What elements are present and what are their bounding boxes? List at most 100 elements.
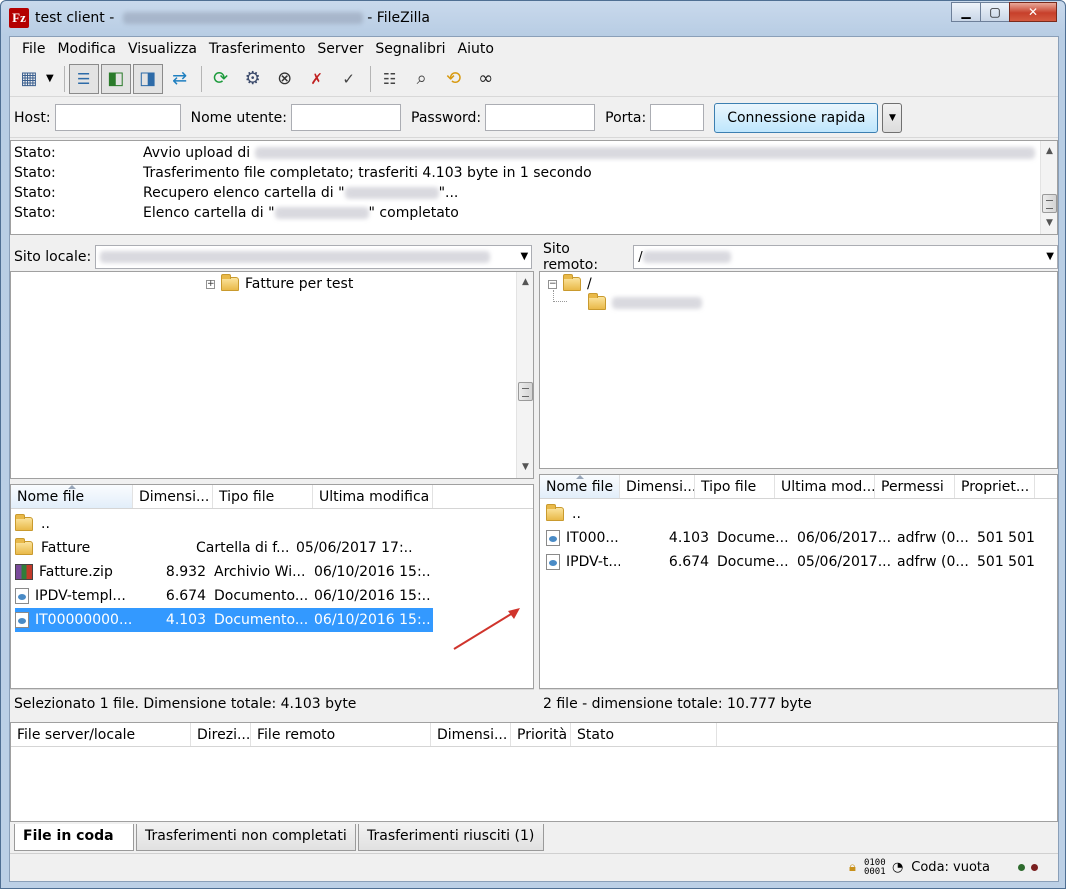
scroll-up-icon[interactable]: ▲ (1041, 143, 1058, 160)
toggle-queue-icon[interactable]: ⇄ (165, 64, 195, 94)
document-icon (546, 554, 560, 570)
message-log[interactable]: Stato: Avvio upload di Stato: Trasferime… (10, 140, 1058, 235)
refresh-icon[interactable]: ⟳ (206, 64, 236, 94)
remote-tree[interactable]: − / (539, 271, 1058, 469)
col-nome-file[interactable]: Nome file (11, 485, 133, 508)
col-direzione[interactable]: Direzi... (191, 723, 251, 746)
menu-file[interactable]: File (16, 38, 51, 60)
tab-trasferimenti-non-completati[interactable]: Trasferimenti non completati (136, 824, 356, 851)
scroll-thumb[interactable] (1042, 194, 1057, 213)
menu-segnalibri[interactable]: Segnalibri (369, 38, 451, 60)
local-list-header: Nome file Dimensi... Tipo file Ultima mo… (11, 485, 533, 509)
list-item[interactable]: IT000... 4.103 Docume... 06/06/2017... a… (546, 526, 1046, 550)
col-file-remoto[interactable]: File remoto (251, 723, 431, 746)
reconnect-icon[interactable]: ✓ (334, 64, 364, 94)
transfer-queue[interactable]: File server/locale Direzi... File remoto… (10, 722, 1058, 822)
chevron-down-icon[interactable]: ▼ (1046, 251, 1054, 262)
username-input[interactable] (291, 104, 402, 131)
port-input[interactable] (650, 104, 705, 131)
filezilla-logo-icon: Fz (9, 8, 29, 28)
list-item[interactable]: Fatture Cartella di f... 05/06/2017 17:.… (15, 536, 433, 560)
col-nome-file[interactable]: Nome file (540, 475, 620, 498)
host-input[interactable] (54, 104, 181, 131)
log-line: Stato: Trasferimento file completato; tr… (14, 165, 592, 181)
menu-server[interactable]: Server (311, 38, 369, 60)
remote-tree-node[interactable] (588, 293, 702, 310)
quickconnect-dropdown-icon[interactable]: ▼ (882, 102, 903, 133)
document-icon (546, 530, 560, 546)
col-ultima-modifica[interactable]: Ultima modifica (313, 485, 433, 508)
chevron-down-icon[interactable]: ▼ (521, 251, 529, 262)
folder-icon (15, 514, 33, 531)
local-path-combo[interactable]: ▼ (95, 245, 533, 269)
menu-aiuto[interactable]: Aiuto (452, 38, 500, 60)
col-file-server-locale[interactable]: File server/locale (11, 723, 191, 746)
list-item[interactable]: IPDV-templ... 6.674 Documento... 06/10/2… (15, 584, 433, 608)
close-button[interactable]: ✕ (1009, 2, 1057, 22)
folder-icon (15, 538, 33, 555)
zip-archive-icon (15, 564, 33, 580)
scroll-thumb[interactable] (518, 382, 533, 401)
remote-file-list[interactable]: Nome file Dimensi... Tipo file Ultima mo… (539, 474, 1058, 689)
compare-icon[interactable]: ⌕ (407, 64, 437, 94)
toggle-remote-tree-icon[interactable]: ◨ (132, 63, 163, 94)
local-tree[interactable]: + Fatture per test ▲ ▼ (10, 271, 534, 479)
minimize-button[interactable]: ▁ (951, 2, 981, 22)
col-permessi[interactable]: Permessi (875, 475, 955, 498)
speed-limit-icon: ◔ (891, 860, 904, 875)
list-item-selected[interactable]: IT00000000... 4.103 Documento... 06/10/2… (15, 608, 433, 632)
col-stato[interactable]: Stato (571, 723, 717, 746)
port-label: Porta: (605, 109, 647, 126)
maximize-button[interactable]: ▢ (980, 2, 1010, 22)
collapse-icon[interactable]: − (548, 279, 557, 289)
col-dimensione[interactable]: Dimensi... (431, 723, 511, 746)
scroll-up-icon[interactable]: ▲ (517, 274, 534, 291)
local-tree-scrollbar[interactable]: ▲ ▼ (516, 272, 533, 478)
col-priorita[interactable]: Priorità (511, 723, 571, 746)
list-item[interactable]: IPDV-t... 6.674 Docume... 05/06/2017... … (546, 550, 1046, 574)
local-file-list[interactable]: Nome file Dimensi... Tipo file Ultima mo… (10, 484, 534, 689)
quickconnect-button[interactable]: Connessione rapida (714, 102, 879, 133)
menu-trasferimento[interactable]: Trasferimento (203, 38, 312, 60)
lock-icon: 🔒︎ (849, 860, 856, 875)
local-tree-node[interactable]: + Fatture per test (206, 274, 353, 292)
menu-visualizza[interactable]: Visualizza (122, 38, 203, 60)
document-icon (15, 588, 29, 604)
cancel-icon[interactable]: ⊗ (270, 64, 300, 94)
remote-path-combo[interactable]: / ▼ (633, 245, 1058, 269)
tab-file-in-coda[interactable]: File in coda (14, 824, 134, 851)
col-dimensione[interactable]: Dimensi... (133, 485, 213, 508)
list-item[interactable]: .. (15, 512, 433, 536)
log-scrollbar[interactable]: ▲ ▼ (1040, 141, 1057, 234)
site-manager-icon[interactable]: ▦ (14, 64, 44, 94)
password-input[interactable] (485, 104, 596, 131)
col-tipo-file[interactable]: Tipo file (695, 475, 775, 498)
menu-modifica[interactable]: Modifica (51, 38, 122, 60)
folder-icon (563, 274, 581, 291)
client-area: File Modifica Visualizza Trasferimento S… (9, 36, 1059, 882)
list-item[interactable]: .. (546, 502, 1046, 526)
remote-status: 2 file - dimensione totale: 10.777 byte (539, 689, 1058, 717)
expand-icon[interactable]: + (206, 279, 215, 289)
col-ultima-modifica[interactable]: Ultima mod... (775, 475, 875, 498)
filter-icon[interactable]: ☷ (375, 64, 405, 94)
local-site-bar: Sito locale: ▼ (10, 242, 534, 272)
col-dimensione[interactable]: Dimensi... (620, 475, 695, 498)
toolbar: ▦ ▼ ☰ ◧ ◨ ⇄ ⟳ ⚙ ⊗ ✗ ✓ ☷ ⌕ ⟲ ∞ (10, 61, 1058, 97)
search-icon[interactable]: ∞ (471, 64, 501, 94)
folder-icon (546, 504, 564, 521)
toggle-log-icon[interactable]: ☰ (68, 63, 99, 94)
process-queue-icon[interactable]: ⚙ (238, 64, 268, 94)
scroll-down-icon[interactable]: ▼ (517, 459, 534, 476)
title-bar[interactable]: Fz test client - - FileZilla ▁ ▢ ✕ (1, 1, 1065, 35)
list-item[interactable]: Fatture.zip 8.932 Archivio Wi... 06/10/2… (15, 560, 433, 584)
site-manager-dropdown-icon[interactable]: ▼ (46, 73, 54, 84)
disconnect-icon[interactable]: ✗ (302, 64, 332, 94)
col-tipo-file[interactable]: Tipo file (213, 485, 313, 508)
toggle-local-tree-icon[interactable]: ◧ (100, 63, 131, 94)
sync-browse-icon[interactable]: ⟲ (439, 64, 469, 94)
tab-trasferimenti-riusciti[interactable]: Trasferimenti riusciti (1) (358, 824, 544, 851)
scroll-down-icon[interactable]: ▼ (1041, 215, 1058, 232)
col-proprietario[interactable]: Propriet... (955, 475, 1035, 498)
document-icon (15, 612, 29, 628)
